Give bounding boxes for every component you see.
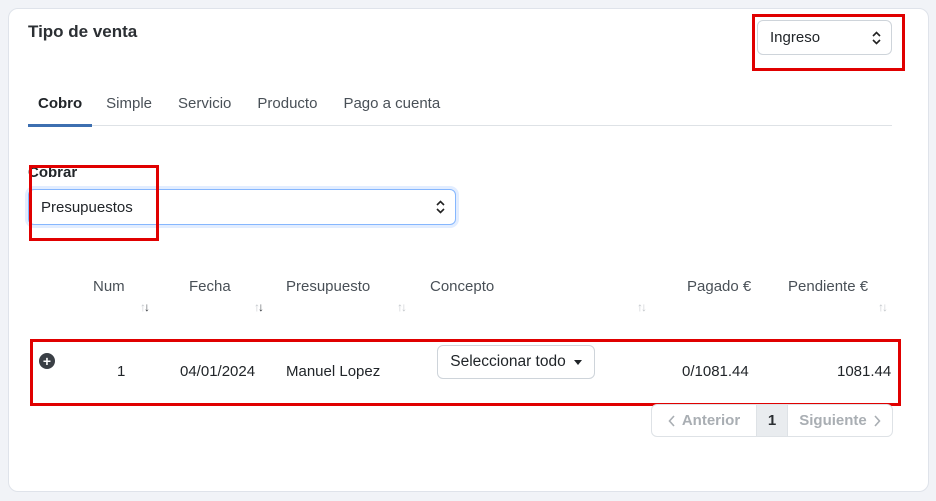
cell-pagado: 0/1081.44 [682, 363, 749, 380]
cell-num: 1 [117, 363, 126, 380]
sort-icon[interactable]: ↑↓ [637, 300, 647, 314]
select-arrows-icon [872, 30, 881, 45]
tab-producto[interactable]: Producto [247, 90, 327, 126]
cell-pendiente: 1081.44 [837, 363, 892, 380]
sort-icon[interactable]: ↑↓ [397, 300, 407, 314]
pagination: Anterior 1 Siguiente [651, 404, 893, 437]
tab-simple[interactable]: Simple [96, 90, 162, 126]
expand-row-icon[interactable]: + [39, 353, 55, 369]
concepto-dropdown-button[interactable]: Seleccionar todo [437, 345, 595, 379]
sort-icon[interactable]: ↑↓ [254, 300, 264, 314]
prev-page-label: Anterior [681, 412, 741, 429]
column-header-presupuesto[interactable]: Presupuesto [286, 278, 370, 295]
prev-page-button[interactable]: Anterior [652, 405, 756, 436]
cell-presupuesto: Manuel Lopez [286, 363, 381, 380]
column-header-pendiente[interactable]: Pendiente € [788, 278, 868, 295]
tab-servicio[interactable]: Servicio [168, 90, 241, 126]
column-header-num[interactable]: Num [93, 278, 125, 295]
tab-cobro[interactable]: Cobro [28, 90, 93, 127]
cobrar-label: Cobrar [28, 164, 78, 181]
cobrar-select[interactable]: Presupuestos [28, 189, 456, 225]
concepto-dropdown-label: Seleccionar todo [450, 353, 566, 370]
next-page-label: Siguiente [799, 412, 867, 429]
sale-type-tabs: Cobro Simple Servicio Producto Pago a cu… [28, 90, 892, 127]
column-header-fecha[interactable]: Fecha [189, 278, 231, 295]
sale-type-select-value: Ingreso [770, 29, 821, 46]
sort-icon[interactable]: ↑↓ [140, 300, 150, 314]
chevron-right-icon [874, 414, 881, 427]
select-arrows-icon [436, 200, 445, 214]
sort-icon[interactable]: ↑↓ [878, 300, 888, 314]
chevron-left-icon [668, 414, 675, 427]
column-header-pagado[interactable]: Pagado € [687, 278, 751, 295]
tab-pago-a-cuenta[interactable]: Pago a cuenta [333, 90, 450, 126]
sale-type-select[interactable]: Ingreso [757, 20, 892, 55]
cell-fecha: 04/01/2024 [180, 363, 256, 380]
caret-down-icon [573, 359, 582, 365]
column-header-concepto[interactable]: Concepto [430, 278, 494, 295]
cobrar-select-value: Presupuestos [41, 198, 133, 216]
page-1-button[interactable]: 1 [756, 405, 788, 436]
card-title: Tipo de venta [28, 22, 138, 41]
next-page-button[interactable]: Siguiente [788, 405, 892, 436]
